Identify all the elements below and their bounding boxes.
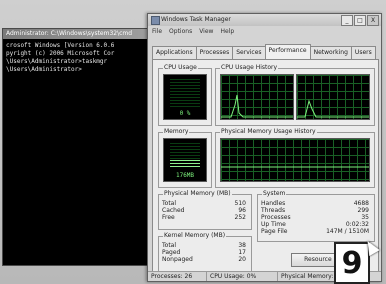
stat-value: 510 (234, 200, 246, 207)
memory-history-line (221, 166, 369, 168)
cpu-history-line-1 (221, 94, 293, 118)
stat-name: Cached (162, 207, 185, 214)
stat-name: Nonpaged (162, 256, 193, 263)
cpu-history-graph-1 (220, 74, 294, 120)
task-manager-title: Windows Task Manager (161, 16, 231, 23)
memory-fill (170, 160, 200, 169)
stat-name: Processes (261, 214, 291, 221)
memory-history-graph (220, 138, 370, 182)
memory-label: Memory (163, 128, 190, 136)
cmd-output: crosoft Windows [Version 6.0.6 pyright (… (6, 42, 161, 74)
stat-name: Up Time (261, 221, 286, 228)
minimize-button[interactable]: _ (341, 15, 353, 26)
kernel-memory-stats: Total 38 Paged 17 Nonpaged 20 (162, 242, 246, 263)
stat-row: Up Time 0:02:32 (261, 221, 369, 228)
stat-name: Handles (261, 200, 286, 207)
stat-value: 4688 (353, 200, 369, 207)
stat-name: Paged (162, 249, 181, 256)
menu-options[interactable]: Options (169, 28, 192, 35)
stat-value: 20 (238, 256, 246, 263)
status-cpu-usage: CPU Usage: 0% (207, 272, 278, 281)
kernel-memory-label: Kernel Memory (MB) (163, 232, 227, 240)
system-group: System Handles 4688 Threads 299 Processes 3… (257, 190, 375, 242)
stat-value: 299 (357, 207, 369, 214)
physical-memory-group: Physical Memory (MB) Total 510 Cached 96 F… (158, 190, 252, 230)
stat-value: 0:02:32 (345, 221, 369, 228)
memory-value: 176MB (175, 172, 195, 179)
menu-view[interactable]: View (199, 28, 213, 35)
stat-row: Total 510 (162, 200, 246, 207)
stat-name: Threads (261, 207, 286, 214)
stat-row: Nonpaged 20 (162, 256, 246, 263)
memory-history-group: Physical Memory Usage History (215, 128, 375, 188)
stat-value: 252 (234, 214, 246, 221)
stat-value: 147M / 1510M (326, 228, 369, 235)
stat-row: Page File 147M / 1510M (261, 228, 369, 235)
task-manager-app-icon (151, 16, 160, 25)
physical-memory-label: Physical Memory (MB) (163, 190, 232, 198)
stat-name: Total (162, 242, 177, 249)
step-number: 9 (341, 245, 363, 281)
maximize-button[interactable]: □ (354, 15, 366, 26)
physical-memory-stats: Total 510 Cached 96 Free 252 (162, 200, 246, 221)
window-controls: _ □ X (341, 15, 379, 26)
stat-row: Handles 4688 (261, 200, 369, 207)
memory-history-label: Physical Memory Usage History (220, 128, 317, 136)
cpu-history-graph-2 (296, 74, 370, 120)
menu-file[interactable]: File (152, 28, 162, 35)
stat-name: Total (162, 200, 177, 207)
cmd-title-bar[interactable]: Administrator: C:\Windows\system32\cmd (3, 29, 163, 39)
stat-row: Free 252 (162, 214, 246, 221)
command-prompt-window[interactable]: Administrator: C:\Windows\system32\cmd c… (2, 28, 164, 266)
stat-value: 35 (361, 214, 369, 221)
memory-group: Memory 176MB (158, 128, 212, 188)
cmd-line: crosoft Windows [Version 6.0.6 (6, 42, 115, 49)
cmd-line: \Users\Administrator>taskmgr (6, 58, 108, 65)
stat-name: Page File (261, 228, 288, 235)
kernel-memory-group: Kernel Memory (MB) Total 38 Paged 17 Nonpa… (158, 232, 252, 272)
cpu-history-line-2 (297, 99, 369, 118)
tab-performance[interactable]: Performance (264, 44, 311, 59)
cpu-usage-label: CPU Usage (163, 64, 198, 72)
cpu-history-label: CPU Usage History (220, 64, 279, 72)
stat-row: Total 38 (162, 242, 246, 249)
menu-bar: File Options View Help (152, 28, 234, 35)
task-manager-title-bar[interactable]: Windows Task Manager _ □ X (148, 14, 381, 26)
cpu-usage-group: CPU Usage 0 % (158, 64, 212, 126)
stat-row: Paged 17 (162, 249, 246, 256)
cpu-history-group: CPU Usage History (215, 64, 375, 126)
stat-name: Free (162, 214, 175, 221)
close-button[interactable]: X (367, 15, 379, 26)
menu-help[interactable]: Help (220, 28, 234, 35)
cpu-usage-value: 0 % (179, 110, 191, 117)
status-processes: Processes: 26 (148, 272, 207, 281)
cpu-usage-meter: 0 % (163, 74, 207, 120)
stat-value: 38 (238, 242, 246, 249)
stat-value: 17 (238, 249, 246, 256)
system-stats: Handles 4688 Threads 299 Processes 35 Up Ti… (261, 200, 369, 235)
cmd-line: pyright (c) 2006 Microsoft Cor (6, 50, 115, 57)
memory-meter: 176MB (163, 138, 207, 182)
stat-value: 96 (238, 207, 246, 214)
stat-row: Threads 299 (261, 207, 369, 214)
cmd-prompt-line[interactable]: \Users\Administrator> (6, 66, 161, 74)
system-label: System (262, 190, 287, 198)
stat-row: Processes 35 (261, 214, 369, 221)
stat-row: Cached 96 (162, 207, 246, 214)
cpu-usage-bars (170, 79, 200, 107)
